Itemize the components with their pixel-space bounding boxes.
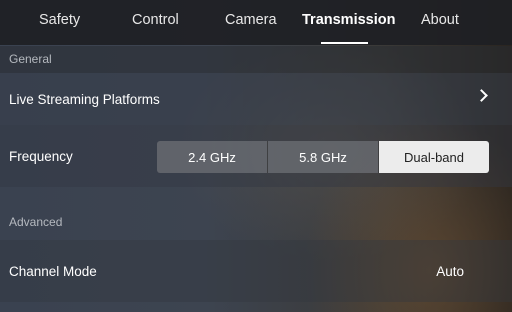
tab-safety[interactable]: Safety <box>39 12 80 28</box>
frequency-option-dual-band[interactable]: Dual-band <box>379 141 489 173</box>
tab-control[interactable]: Control <box>132 12 179 28</box>
tab-bar: Safety Control Camera Transmission About <box>0 0 512 45</box>
tab-camera[interactable]: Camera <box>225 12 277 28</box>
tab-about[interactable]: About <box>421 12 459 28</box>
section-header-general: General <box>0 46 512 73</box>
channel-mode-row[interactable]: Channel Mode Auto <box>0 240 512 302</box>
frequency-option-5-8ghz[interactable]: 5.8 GHz <box>268 141 379 173</box>
frequency-segmented-control: 2.4 GHz 5.8 GHz Dual-band <box>157 141 489 173</box>
frequency-label: Frequency <box>9 148 73 164</box>
live-streaming-platforms-label: Live Streaming Platforms <box>9 91 160 107</box>
active-tab-indicator <box>321 42 368 44</box>
channel-mode-value: Auto <box>436 263 464 279</box>
live-streaming-platforms-row[interactable]: Live Streaming Platforms <box>0 73 512 125</box>
chevron-right-icon <box>475 89 488 102</box>
frequency-option-2-4ghz[interactable]: 2.4 GHz <box>157 141 268 173</box>
section-header-advanced: Advanced <box>9 215 63 229</box>
tab-transmission[interactable]: Transmission <box>302 12 395 28</box>
settings-panel: Safety Control Camera Transmission About… <box>0 0 512 312</box>
channel-mode-label: Channel Mode <box>9 263 97 279</box>
